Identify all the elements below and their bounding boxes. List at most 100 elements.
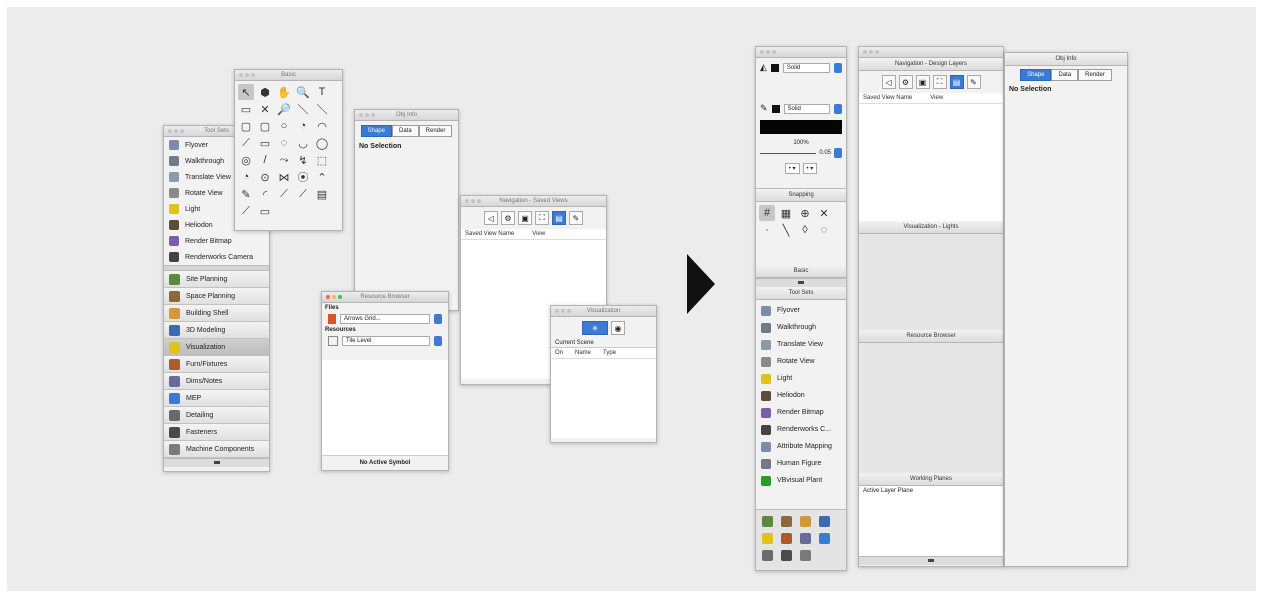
- tool-item[interactable]: Renderworks Camera: [164, 249, 269, 265]
- tool-item[interactable]: Light: [756, 370, 846, 387]
- tool-set-item[interactable]: Fasteners: [164, 424, 269, 441]
- basic-tool-icon[interactable]: ◎: [238, 152, 254, 168]
- snap-grid-icon[interactable]: #: [759, 205, 775, 221]
- tool-set-icon[interactable]: [797, 530, 813, 546]
- tool-set-item[interactable]: Machine Components: [164, 441, 269, 458]
- fill-swatch[interactable]: [770, 63, 779, 72]
- opacity-value[interactable]: 100%: [756, 136, 846, 146]
- tool-set-item[interactable]: Building Shell: [164, 305, 269, 322]
- tool-set-item[interactable]: Furn/Fixtures: [164, 356, 269, 373]
- arrowhead-end[interactable]: • ▾: [802, 163, 818, 174]
- wrench-icon[interactable]: ✎: [966, 75, 981, 89]
- visualization-titlebar[interactable]: Visualization: [551, 306, 656, 317]
- basic-tool-icon[interactable]: ⟋: [295, 186, 311, 202]
- basic-tool-icon[interactable]: ⤳: [276, 152, 292, 168]
- tool-item[interactable]: Rotate View: [756, 353, 846, 370]
- column-header[interactable]: View: [532, 231, 545, 237]
- tool-item[interactable]: Render Bitmap: [756, 404, 846, 421]
- basic-tool-icon[interactable]: ＼: [295, 101, 311, 117]
- basic-tool-icon[interactable]: ▤: [314, 186, 330, 202]
- basic-collapse-handle[interactable]: [756, 278, 846, 287]
- basic-tool-icon[interactable]: ◯: [314, 135, 330, 151]
- expand-icon[interactable]: ⛶: [535, 211, 549, 225]
- tool-item[interactable]: Translate View: [756, 336, 846, 353]
- tool-set-item[interactable]: Detailing: [164, 407, 269, 424]
- gear-icon[interactable]: ⚙: [501, 211, 515, 225]
- basic-tool-icon[interactable]: ▢: [257, 118, 273, 134]
- tool-set-icon[interactable]: [797, 513, 813, 529]
- flyover-icon[interactable]: ◁: [881, 75, 896, 89]
- basic-tool-icon[interactable]: ▢: [238, 118, 254, 134]
- file-selector[interactable]: Arrows Grid...: [340, 314, 430, 324]
- basic-tool-icon[interactable]: ⬚: [314, 152, 330, 168]
- palette-resize-handle[interactable]: [164, 458, 269, 467]
- snap-object-icon[interactable]: ▦: [778, 205, 794, 221]
- column-header[interactable]: Saved View Name: [863, 95, 912, 101]
- dock-titlebar[interactable]: [859, 47, 1003, 58]
- views-icon[interactable]: ▤: [552, 211, 566, 225]
- tab-render[interactable]: Render: [1078, 69, 1112, 81]
- dropdown-icon[interactable]: [834, 62, 842, 73]
- tool-set-icon[interactable]: [797, 547, 813, 563]
- basic-tool-icon[interactable]: ✕: [257, 101, 273, 117]
- snap-angle-icon[interactable]: ⊕: [797, 205, 813, 221]
- tab-render[interactable]: Render: [418, 125, 453, 137]
- views-icon[interactable]: ▤: [949, 75, 964, 89]
- basic-tool-icon[interactable]: 🔎: [276, 101, 292, 117]
- thickness-slider[interactable]: [760, 152, 817, 154]
- basic-tool-icon[interactable]: ✋: [276, 84, 292, 100]
- basic-tool-icon[interactable]: ⟋: [238, 135, 254, 151]
- tab-shape[interactable]: Shape: [360, 125, 392, 137]
- basic-tool-icon[interactable]: ◡: [295, 135, 311, 151]
- basic-tool-icon[interactable]: ◔: [295, 118, 311, 134]
- gear-icon[interactable]: ⚙: [898, 75, 913, 89]
- tool-set-item[interactable]: Visualization: [164, 339, 269, 356]
- basic-tool-icon[interactable]: ○: [276, 118, 292, 134]
- basic-tool-icon[interactable]: ⟋: [238, 203, 254, 219]
- tool-item[interactable]: Render Bitmap: [164, 233, 269, 249]
- column-header[interactable]: On: [555, 350, 563, 356]
- tool-set-item[interactable]: Dims/Notes: [164, 373, 269, 390]
- snap-tangent-icon[interactable]: ╲: [778, 222, 794, 238]
- basic-tool-icon[interactable]: ◔: [238, 169, 254, 185]
- column-header[interactable]: View: [930, 95, 943, 101]
- basic-tool-icon[interactable]: ⊙: [257, 169, 273, 185]
- thickness-value[interactable]: 0.05: [819, 150, 831, 156]
- tool-item[interactable]: Human Figure: [756, 455, 846, 472]
- tool-set-icon[interactable]: [778, 513, 794, 529]
- basic-tool-icon[interactable]: ▭: [238, 101, 254, 117]
- pen-swatch[interactable]: [771, 104, 780, 113]
- tool-set-icon[interactable]: [759, 547, 775, 563]
- tool-set-icon[interactable]: [778, 547, 794, 563]
- snap-surface-icon[interactable]: ◌: [816, 222, 832, 238]
- tool-item[interactable]: Attribute Mapping: [756, 438, 846, 455]
- basic-tool-icon[interactable]: ▭: [257, 203, 273, 219]
- scene-selector[interactable]: Current Scene: [551, 339, 656, 348]
- snap-edge-icon[interactable]: ◊: [797, 222, 813, 238]
- basic-tool-icon[interactable]: /: [257, 152, 273, 168]
- basic-tool-icon[interactable]: 🔍: [295, 84, 311, 100]
- resource-selector[interactable]: Tile Level: [342, 336, 430, 346]
- tool-item[interactable]: Flyover: [756, 302, 846, 319]
- basic-tool-icon[interactable]: ↯: [295, 152, 311, 168]
- navigation-titlebar[interactable]: Navigation - Saved Views: [461, 196, 606, 207]
- wrench-icon[interactable]: ✎: [569, 211, 583, 225]
- tool-set-item[interactable]: MEP: [164, 390, 269, 407]
- basic-tool-icon[interactable]: ◜: [257, 186, 273, 202]
- basic-tool-icon[interactable]: ⌃: [314, 169, 330, 185]
- tool-item[interactable]: Heliodon: [756, 387, 846, 404]
- basic-tool-icon[interactable]: ⋈: [276, 169, 292, 185]
- basic-tool-icon[interactable]: ⦿: [295, 169, 311, 185]
- obj-info-titlebar[interactable]: Obj Info: [355, 110, 458, 121]
- pen-style-select[interactable]: Solid: [783, 103, 830, 114]
- tab-data[interactable]: Data: [1051, 69, 1079, 81]
- layers-icon[interactable]: ▣: [915, 75, 930, 89]
- dropdown-icon[interactable]: [434, 314, 442, 324]
- dock-resize-handle[interactable]: [859, 556, 1003, 565]
- dropdown-icon[interactable]: [834, 148, 842, 158]
- basic-titlebar[interactable]: Basic: [235, 70, 342, 81]
- basic-tool-icon[interactable]: ◌: [276, 135, 292, 151]
- tool-set-icon[interactable]: [816, 530, 832, 546]
- tab-shape[interactable]: Shape: [1020, 69, 1052, 81]
- snap-intersection-icon[interactable]: ✕: [816, 205, 832, 221]
